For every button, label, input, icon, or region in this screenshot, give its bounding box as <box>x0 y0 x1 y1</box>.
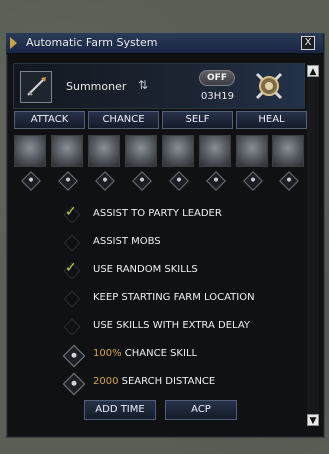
tab-chance[interactable]: CHANCE <box>88 111 159 129</box>
skill-slot-icon[interactable] <box>236 135 268 167</box>
skill-settings-row <box>14 171 304 191</box>
skill-slot-icon[interactable] <box>88 135 120 167</box>
swap-icon[interactable]: ⇅ <box>138 78 148 92</box>
scroll-up-icon[interactable]: ▲ <box>307 65 319 77</box>
close-button[interactable]: X <box>301 36 315 50</box>
skill-slot-icon[interactable] <box>272 135 304 167</box>
window-title: Automatic Farm System <box>26 36 158 49</box>
search-distance-label: 2000 SEARCH DISTANCE <box>93 376 216 387</box>
skill-slots <box>14 135 304 167</box>
scroll-down-icon[interactable]: ▼ <box>307 414 319 426</box>
gear-icon[interactable] <box>95 171 115 191</box>
title-arrow-icon <box>10 37 17 49</box>
remaining-time: 03H19 <box>201 91 234 102</box>
gear-icon[interactable] <box>21 171 41 191</box>
farm-toggle[interactable]: OFF <box>199 70 235 86</box>
check-icon: ✓ <box>65 260 77 276</box>
tab-heal[interactable]: HEAL <box>236 111 307 129</box>
gear-icon[interactable] <box>58 171 78 191</box>
gear-icon[interactable] <box>169 171 189 191</box>
weapon-icon[interactable] <box>20 71 52 103</box>
acp-button[interactable]: ACP <box>165 400 237 420</box>
gear-icon[interactable] <box>279 171 299 191</box>
check-icon: ✓ <box>65 204 77 220</box>
scrollbar[interactable]: ▲ ▼ <box>307 65 319 426</box>
chance-value: 100% <box>93 348 122 359</box>
skill-tabs: ATTACK CHANCE SELF HEAL <box>14 111 307 129</box>
distance-value: 2000 <box>93 376 119 387</box>
skill-slot-icon[interactable] <box>14 135 46 167</box>
tab-attack[interactable]: ATTACK <box>14 111 85 129</box>
skill-slot-icon[interactable] <box>125 135 157 167</box>
tab-self[interactable]: SELF <box>162 111 233 129</box>
title-bar[interactable]: Automatic Farm System X <box>6 33 323 54</box>
skill-slot-icon[interactable] <box>162 135 194 167</box>
crossed-swords-shield-icon <box>253 70 285 102</box>
chance-skill-label: 100% CHANCE SKILL <box>93 348 198 359</box>
add-time-button[interactable]: ADD TIME <box>84 400 156 420</box>
skill-slot-icon[interactable] <box>199 135 231 167</box>
class-label: Summoner <box>66 80 127 93</box>
skill-slot-icon[interactable] <box>51 135 83 167</box>
gear-icon[interactable] <box>132 171 152 191</box>
header-panel: Summoner ⇅ OFF 03H19 <box>13 63 305 109</box>
gear-icon[interactable] <box>206 171 226 191</box>
gear-icon[interactable] <box>243 171 263 191</box>
